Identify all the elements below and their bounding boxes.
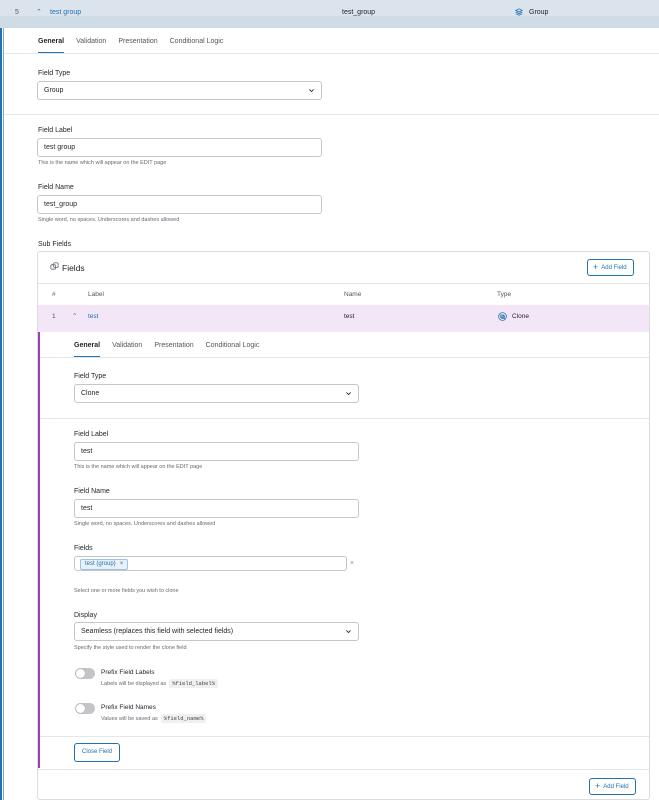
inner-field-name-help: Single word, no spaces. Underscores and … xyxy=(74,521,216,527)
tab-validation[interactable]: Validation xyxy=(106,334,148,358)
divider xyxy=(4,53,659,54)
group-icon xyxy=(515,8,523,16)
field-type-select[interactable]: Group xyxy=(37,81,322,100)
tab-general[interactable]: General xyxy=(32,30,70,54)
bottom-add-field-button[interactable]: + Add Field xyxy=(589,778,636,795)
display-label: Display xyxy=(74,612,97,619)
sub-fields-label: Sub Fields xyxy=(38,241,72,248)
col-name: Name xyxy=(344,291,362,298)
inner-field-type-label: Field Type xyxy=(74,373,107,380)
fields-label: Fields xyxy=(74,545,93,552)
prefix-labels-toggle[interactable] xyxy=(75,668,95,679)
display-select[interactable]: Seamless (replaces this field with selec… xyxy=(74,622,359,641)
inner-field-type-value: Clone xyxy=(81,390,100,397)
row-name: test_group xyxy=(342,9,376,16)
row-label-link[interactable]: test group xyxy=(50,9,81,16)
chevron-down-icon xyxy=(346,392,351,396)
inner-field-name-input[interactable]: test xyxy=(74,499,359,518)
collapse-chevron-icon[interactable]: ⌃ xyxy=(72,312,77,320)
divider xyxy=(40,357,649,358)
field-name-help: Single word, no spaces. Underscores and … xyxy=(38,217,180,223)
tab-validation[interactable]: Validation xyxy=(70,30,112,54)
field-name-label: Field Name xyxy=(38,184,74,191)
divider xyxy=(40,736,649,737)
bottom-add-field-label: Add Field xyxy=(603,784,629,790)
divider xyxy=(38,283,649,284)
chevron-down-icon xyxy=(309,89,314,93)
chevron-down-icon xyxy=(346,630,351,634)
outer-tabs: General Validation Presentation Conditio… xyxy=(32,30,229,54)
add-field-label: Add Field xyxy=(601,265,627,271)
remove-tag-icon[interactable]: × xyxy=(120,561,124,567)
sub-accent-stripe xyxy=(38,332,40,768)
field-label-label: Field Label xyxy=(38,127,73,134)
field-type-value: Group xyxy=(44,87,64,94)
tab-conditional-logic[interactable]: Conditional Logic xyxy=(200,334,266,358)
divider xyxy=(40,418,649,419)
sub-row-label-link[interactable]: test xyxy=(88,313,98,320)
col-label: Label xyxy=(88,291,104,298)
inner-field-label-input[interactable]: test xyxy=(74,442,359,461)
prefix-labels-help-text: Labels will be displayed as xyxy=(101,681,167,687)
add-field-button[interactable]: + Add Field xyxy=(587,259,634,276)
outer-accent-stripe xyxy=(0,28,2,800)
tab-general[interactable]: General xyxy=(68,334,106,358)
divider xyxy=(4,114,659,115)
outer-field-row[interactable]: 5 ⌃ test group test_group Group xyxy=(0,0,659,28)
inner-field-type-select[interactable]: Clone xyxy=(74,384,359,403)
inner-field-label-help: This is the name which will appear on th… xyxy=(74,464,203,470)
field-label-input[interactable]: test group xyxy=(37,138,322,157)
prefix-labels-title: Prefix Field Labels xyxy=(101,669,155,676)
sub-field-row[interactable]: 1 ⌃ test test Clone xyxy=(38,305,649,332)
tab-conditional-logic[interactable]: Conditional Logic xyxy=(164,30,230,54)
prefix-names-help: Values will be saved as %field_name% xyxy=(101,714,207,723)
tab-presentation[interactable]: Presentation xyxy=(112,30,163,54)
display-value: Seamless (replaces this field with selec… xyxy=(81,628,234,635)
outer-accent-stripe-inner xyxy=(3,28,4,800)
row-shade xyxy=(0,16,659,28)
plus-icon: + xyxy=(595,781,601,791)
fields-help: Select one or more fields you wish to cl… xyxy=(74,588,179,594)
divider xyxy=(38,769,649,770)
inner-tabs: General Validation Presentation Conditio… xyxy=(68,334,265,358)
collapse-chevron-icon[interactable]: ⌃ xyxy=(36,8,42,16)
sub-row-name: test xyxy=(344,313,355,320)
clone-icon xyxy=(498,312,507,321)
row-type: Group xyxy=(529,9,549,16)
prefix-labels-code: %field_label% xyxy=(169,679,219,688)
prefix-names-toggle[interactable] xyxy=(75,703,95,714)
field-label-help: This is the name which will appear on th… xyxy=(38,160,167,166)
prefix-names-code: %field_name% xyxy=(160,714,207,723)
clear-selection-icon[interactable]: × xyxy=(350,560,354,567)
prefix-names-title: Prefix Field Names xyxy=(101,704,156,711)
tag-label: test (group) xyxy=(85,561,116,567)
plus-icon: + xyxy=(593,262,599,272)
sub-row-type: Clone xyxy=(512,313,529,320)
prefix-labels-help: Labels will be displayed as %field_label% xyxy=(101,679,219,688)
fields-icon xyxy=(50,262,59,270)
field-name-input[interactable]: test_group xyxy=(37,195,322,214)
sub-row-number: 1 xyxy=(52,313,56,320)
inner-field-name-label: Field Name xyxy=(74,488,110,495)
prefix-names-help-text: Values will be saved as xyxy=(101,716,158,722)
close-field-button[interactable]: Close Field xyxy=(74,743,120,762)
tab-presentation[interactable]: Presentation xyxy=(148,334,199,358)
selected-field-tag: test (group) × xyxy=(80,559,129,570)
display-help: Specify the style used to render the clo… xyxy=(74,645,187,651)
row-number: 5 xyxy=(15,9,19,16)
col-type: Type xyxy=(497,291,512,298)
field-type-label: Field Type xyxy=(38,70,71,77)
sub-fields-title: Fields xyxy=(62,263,85,273)
col-number: # xyxy=(52,291,56,298)
inner-field-label-label: Field Label xyxy=(74,431,109,438)
